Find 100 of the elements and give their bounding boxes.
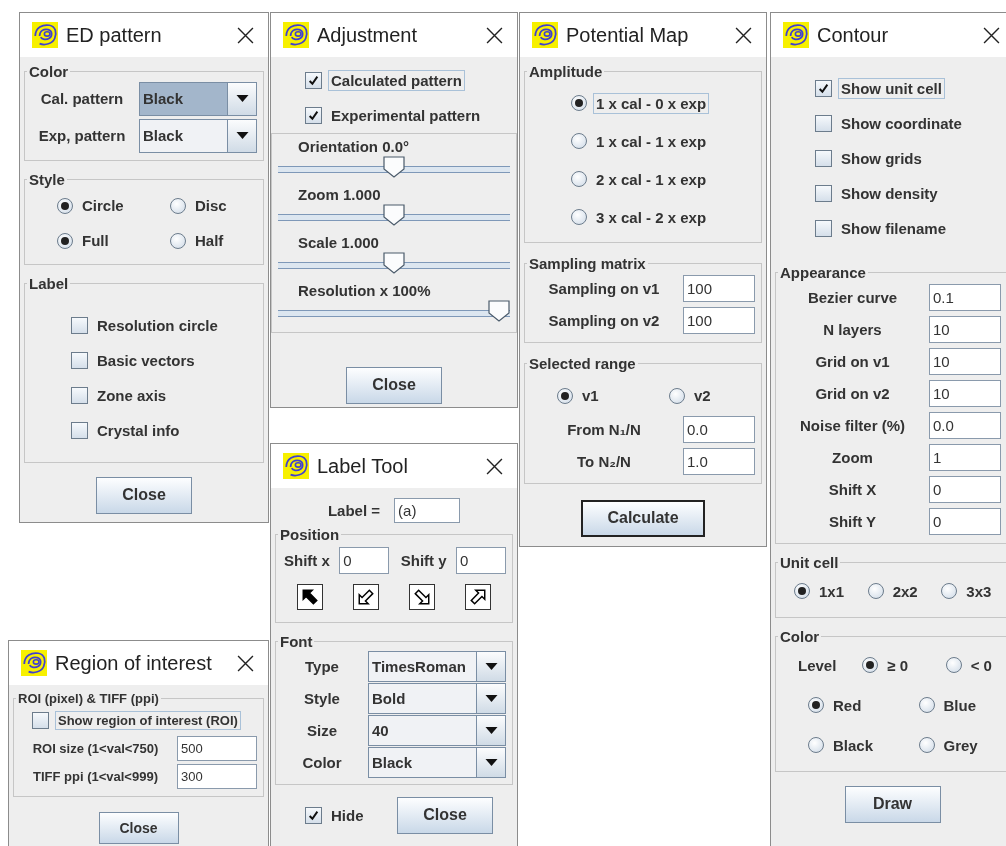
radio-button[interactable] [941, 583, 958, 599]
checkbox-label: Show region of interest (ROI) [55, 710, 241, 730]
checkbox[interactable] [815, 220, 832, 237]
field-label: Style [303, 689, 341, 707]
radio-button[interactable] [57, 197, 73, 214]
text-field[interactable]: 500 [177, 735, 257, 761]
field-label: Cal. pattern [39, 90, 125, 107]
checkbox-label: Resolution circle [96, 316, 219, 336]
group-title: Amplitude [528, 63, 604, 80]
radio-button[interactable] [794, 583, 810, 599]
text-field[interactable]: 0.0 [683, 415, 755, 443]
slider-thumb[interactable] [383, 252, 405, 274]
checkbox[interactable] [71, 422, 88, 439]
field-label: Exp, pattern [37, 127, 127, 144]
position-button[interactable] [409, 584, 435, 610]
group-title: Selected range [528, 355, 637, 372]
radio-button[interactable] [867, 583, 884, 599]
dropdown[interactable]: Black [368, 746, 506, 778]
radio-button[interactable] [557, 387, 573, 404]
push-button[interactable]: Calculate [581, 499, 705, 537]
radio-button[interactable] [571, 171, 587, 187]
radio-label: Disc [194, 196, 228, 216]
checkbox[interactable] [815, 185, 832, 202]
text-field[interactable]: 0 [456, 547, 506, 574]
radio-button[interactable] [808, 737, 824, 753]
text-field[interactable]: 10 [929, 347, 1001, 375]
close-icon[interactable] [237, 654, 254, 672]
group-title: Font [279, 633, 314, 650]
radio-label: ≥ 0 [886, 655, 910, 676]
position-button[interactable] [465, 584, 491, 610]
field-label: Grid on v1 [814, 352, 891, 370]
close-icon[interactable] [237, 26, 254, 44]
radio-label: Blue [942, 695, 977, 716]
checkbox-label: Experimental pattern [330, 106, 482, 126]
text-field[interactable]: 100 [683, 274, 755, 302]
radio-button[interactable] [945, 657, 962, 673]
radio-button[interactable] [808, 697, 824, 713]
arrow-icon [469, 588, 487, 606]
radio-button[interactable] [918, 737, 935, 753]
radio-button[interactable] [170, 197, 186, 214]
app-icon [32, 22, 58, 48]
checkbox[interactable] [71, 387, 88, 404]
field-label: Noise filter (%) [799, 416, 906, 434]
radio-button[interactable] [571, 133, 587, 149]
field-label: ROI size (1<val<750) [31, 740, 160, 756]
slider-thumb[interactable] [488, 300, 510, 322]
text-field[interactable]: 1 [929, 443, 1001, 471]
checkbox[interactable] [71, 317, 88, 334]
text-field[interactable]: 10 [929, 315, 1001, 343]
close-icon[interactable] [486, 26, 503, 44]
dropdown[interactable]: Bold [368, 682, 506, 714]
text-field[interactable]: 0.0 [929, 411, 1001, 439]
radio-button[interactable] [57, 232, 73, 249]
field-label: Sampling on v1 [547, 279, 661, 297]
dropdown[interactable]: 40 [368, 714, 506, 746]
slider-thumb[interactable] [383, 204, 405, 226]
radio-label: Circle [81, 196, 125, 216]
close-icon[interactable] [735, 26, 752, 44]
radio-button[interactable] [862, 657, 879, 673]
text-field[interactable]: 100 [683, 306, 755, 334]
radio-button[interactable] [571, 209, 587, 225]
checkbox-label: Basic vectors [96, 351, 196, 371]
position-button[interactable] [353, 584, 379, 610]
field-label: Type [304, 657, 340, 675]
close-icon[interactable] [983, 26, 1000, 44]
checkbox[interactable] [305, 72, 322, 89]
text-field[interactable]: 0 [929, 507, 1001, 535]
field-label: Label = [327, 501, 382, 519]
dropdown[interactable]: Black [139, 81, 257, 116]
text-field[interactable]: 300 [177, 763, 257, 789]
checkbox[interactable] [815, 80, 832, 97]
text-field[interactable]: 0 [929, 475, 1001, 503]
checkbox[interactable] [305, 806, 322, 824]
checkbox[interactable] [815, 115, 832, 132]
checkbox[interactable] [32, 711, 49, 729]
field-label: From N₁/N [566, 420, 642, 438]
close-icon[interactable] [486, 457, 503, 475]
radio-button[interactable] [170, 232, 186, 249]
text-field[interactable]: 1.0 [683, 447, 755, 475]
checkbox[interactable] [71, 352, 88, 369]
text-field[interactable]: 10 [929, 379, 1001, 407]
checkbox[interactable] [305, 107, 322, 124]
push-button[interactable]: Close [397, 796, 493, 834]
checkbox[interactable] [815, 150, 832, 167]
push-button[interactable]: Close [98, 812, 179, 844]
position-button[interactable] [297, 584, 323, 610]
push-button[interactable]: Close [96, 476, 192, 514]
dropdown[interactable]: TimesRoman [368, 650, 506, 682]
caret-icon [235, 132, 249, 139]
text-field[interactable]: (a) [394, 497, 461, 523]
slider-thumb[interactable] [383, 156, 405, 178]
push-button[interactable]: Draw [844, 785, 941, 823]
radio-label: v2 [693, 386, 712, 406]
radio-button[interactable] [918, 697, 935, 713]
text-field[interactable]: 0 [339, 547, 390, 574]
text-field[interactable]: 0.1 [929, 283, 1001, 311]
push-button[interactable]: Close [346, 366, 442, 404]
radio-button[interactable] [669, 387, 685, 404]
dropdown[interactable]: Black [139, 118, 257, 153]
radio-button[interactable] [571, 95, 587, 111]
